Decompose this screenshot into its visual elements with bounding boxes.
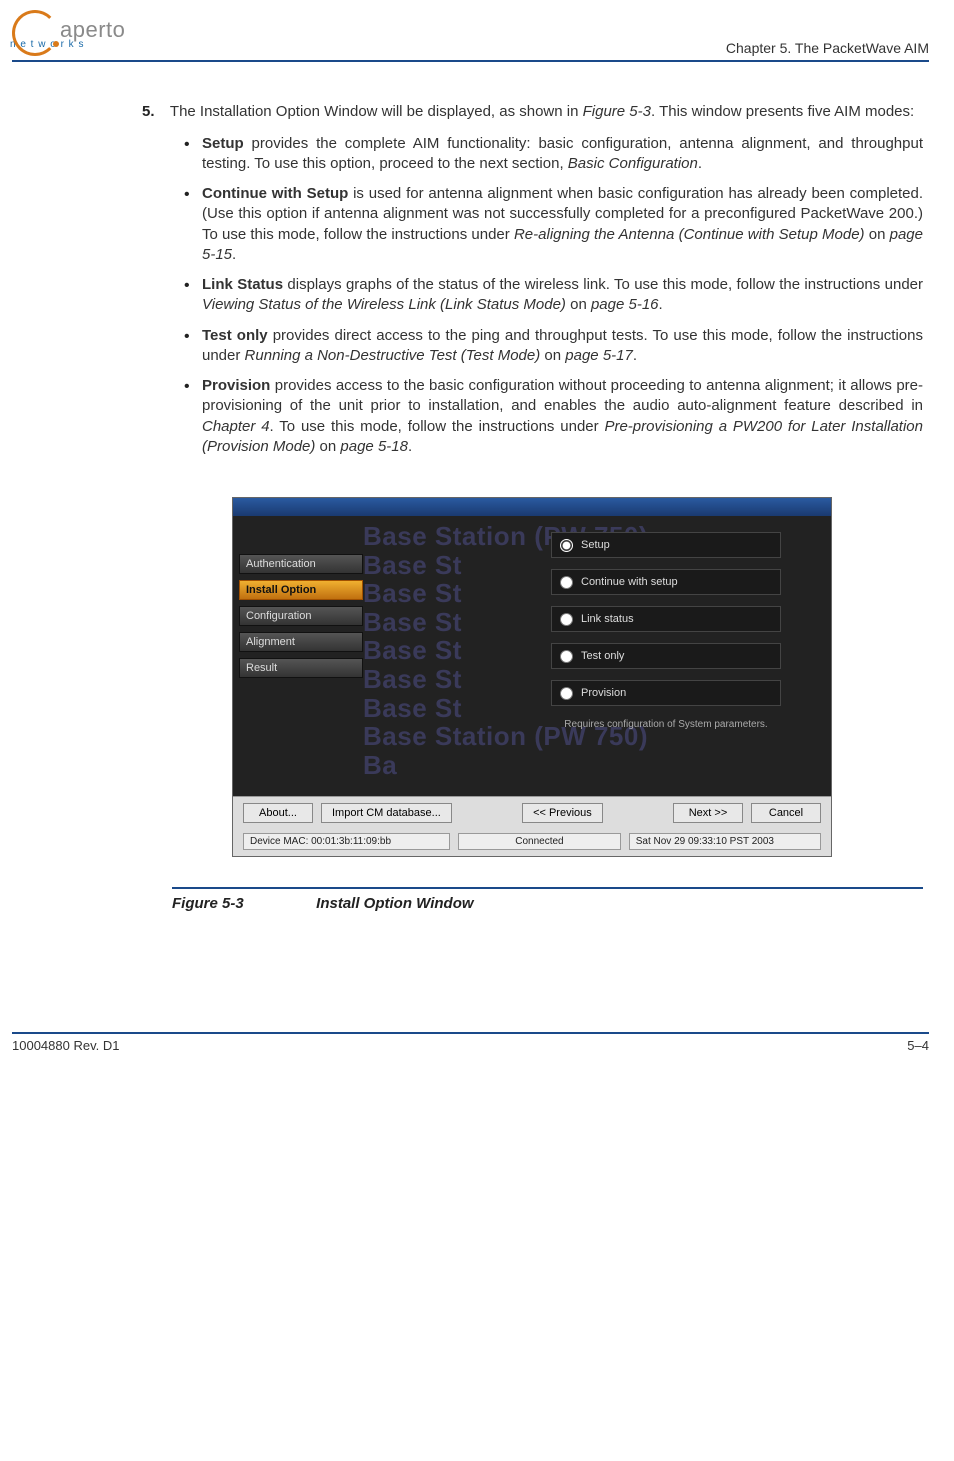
- app-sidebar: Authentication Install Option Configurat…: [233, 516, 375, 796]
- app-titlebar: [233, 498, 831, 516]
- mode-continue-ref: Re-aligning the Antenna (Continue with S…: [514, 226, 865, 243]
- intro-figure-ref: Figure 5-3: [583, 103, 651, 120]
- option-continue-label: Continue with setup: [581, 576, 678, 588]
- mode-provision-body3: .: [408, 438, 412, 455]
- mode-continue-name: Continue with Setup: [202, 185, 348, 202]
- status-mac: Device MAC: 00:01:3b:11:09:bb: [243, 833, 450, 850]
- next-button[interactable]: Next >>: [673, 803, 743, 823]
- mode-provision-ref1: Chapter 4: [202, 418, 270, 435]
- intro-text-1: The Installation Option Window will be d…: [170, 103, 583, 120]
- mode-test-name: Test only: [202, 327, 268, 344]
- sidebar-item-alignment[interactable]: Alignment: [239, 632, 363, 652]
- step-intro: 5. The Installation Option Window will b…: [172, 102, 923, 122]
- radio-setup[interactable]: [560, 539, 573, 552]
- option-setup[interactable]: Setup: [551, 532, 781, 558]
- radio-link-status[interactable]: [560, 613, 573, 626]
- mode-link-ref: Viewing Status of the Wireless Link (Lin…: [202, 296, 566, 313]
- step-number: 5.: [142, 102, 166, 122]
- mode-provision-body2: . To use this mode, follow the instructi…: [270, 418, 605, 435]
- button-bar: About... Import CM database... << Previo…: [233, 796, 831, 829]
- sidebar-item-result[interactable]: Result: [239, 658, 363, 678]
- modes-list: Setup provides the complete AIM function…: [172, 134, 923, 458]
- mode-setup-ref: Basic Configuration: [568, 155, 698, 172]
- option-link-status[interactable]: Link status: [551, 606, 781, 632]
- mode-test-only: Test only provides direct access to the …: [202, 326, 923, 367]
- cancel-button[interactable]: Cancel: [751, 803, 821, 823]
- mode-continue-on: on: [865, 226, 890, 243]
- previous-button[interactable]: << Previous: [522, 803, 603, 823]
- status-connection: Connected: [458, 833, 621, 850]
- radio-test-only[interactable]: [560, 650, 573, 663]
- mode-link-name: Link Status: [202, 276, 283, 293]
- figure-caption: Figure 5-3 Install Option Window: [172, 887, 923, 912]
- mode-setup-name: Setup: [202, 135, 244, 152]
- mode-provision: Provision provides access to the basic c…: [202, 376, 923, 457]
- option-test-label: Test only: [581, 650, 624, 662]
- options-panel: Setup Continue with setup Link status: [551, 532, 781, 732]
- status-timestamp: Sat Nov 29 09:33:10 PST 2003: [629, 833, 821, 850]
- mode-test-body2: .: [633, 347, 637, 364]
- figure-number: Figure 5-3: [172, 895, 312, 912]
- page-header: aperto n e t w o r k s Chapter 5. The Pa…: [12, 10, 929, 62]
- mode-continue-body2: .: [232, 246, 236, 263]
- radio-provision[interactable]: [560, 687, 573, 700]
- mode-test-on: on: [540, 347, 565, 364]
- logo: aperto n e t w o r k s: [12, 10, 125, 56]
- mode-link-body1: displays graphs of the status of the wir…: [283, 276, 923, 293]
- mode-setup: Setup provides the complete AIM function…: [202, 134, 923, 175]
- option-test-only[interactable]: Test only: [551, 643, 781, 669]
- radio-continue[interactable]: [560, 576, 573, 589]
- option-hint: Requires configuration of System paramet…: [551, 717, 781, 732]
- about-button[interactable]: About...: [243, 803, 313, 823]
- page-footer: 10004880 Rev. D1 5–4: [12, 1032, 929, 1053]
- mode-setup-body2: .: [698, 155, 702, 172]
- option-continue[interactable]: Continue with setup: [551, 569, 781, 595]
- figure-screenshot: Base Station (PW 750) Base St Base St Ba…: [232, 497, 832, 857]
- body-content: 5. The Installation Option Window will b…: [172, 102, 923, 912]
- mode-test-page: page 5-17: [565, 347, 633, 364]
- mode-setup-body1: provides the complete AIM functionality:…: [202, 135, 923, 172]
- sidebar-item-configuration[interactable]: Configuration: [239, 606, 363, 626]
- mode-provision-on: on: [315, 438, 340, 455]
- figure-title: Install Option Window: [316, 895, 473, 912]
- mode-link-status: Link Status displays graphs of the statu…: [202, 275, 923, 316]
- import-cm-button[interactable]: Import CM database...: [321, 803, 452, 823]
- footer-page-number: 5–4: [907, 1038, 929, 1053]
- app-body: Base Station (PW 750) Base St Base St Ba…: [233, 516, 831, 796]
- option-link-label: Link status: [581, 613, 634, 625]
- chapter-label: Chapter 5. The PacketWave AIM: [726, 40, 929, 56]
- mode-provision-body1: provides access to the basic configurati…: [202, 377, 923, 414]
- sidebar-item-authentication[interactable]: Authentication: [239, 554, 363, 574]
- intro-text-2: . This window presents five AIM modes:: [651, 103, 914, 120]
- status-bar: Device MAC: 00:01:3b:11:09:bb Connected …: [233, 829, 831, 856]
- mode-continue: Continue with Setup is used for antenna …: [202, 184, 923, 265]
- option-provision[interactable]: Provision: [551, 680, 781, 706]
- mode-link-page: page 5-16: [591, 296, 659, 313]
- mode-link-on: on: [566, 296, 591, 313]
- sidebar-item-install-option[interactable]: Install Option: [239, 580, 363, 600]
- mode-provision-name: Provision: [202, 377, 270, 394]
- logo-swirl-icon: [12, 10, 58, 56]
- mode-provision-page: page 5-18: [340, 438, 408, 455]
- mode-link-body2: .: [659, 296, 663, 313]
- app-window: Base Station (PW 750) Base St Base St Ba…: [232, 497, 832, 857]
- option-setup-label: Setup: [581, 539, 610, 551]
- mode-test-ref: Running a Non-Destructive Test (Test Mod…: [245, 347, 541, 364]
- option-provision-label: Provision: [581, 687, 626, 699]
- footer-revision: 10004880 Rev. D1: [12, 1038, 119, 1053]
